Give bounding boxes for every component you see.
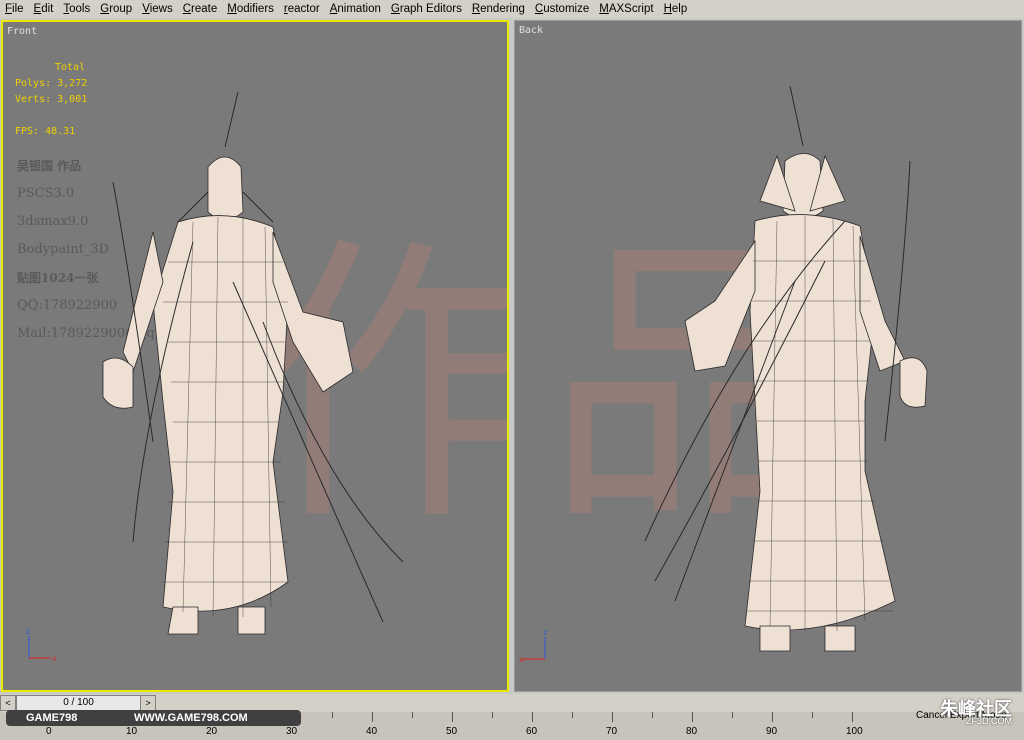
menu-item-customize[interactable]: Customize [530,0,594,18]
viewport-area: Front 作 Total Polys: 3,272 Verts: 3,001 … [0,18,1024,694]
axis-z-label: z [26,627,30,636]
menu-item-create[interactable]: Create [178,0,223,18]
axis-z-label: z [543,628,547,637]
menu-item-group[interactable]: Group [95,0,137,18]
ruler-tick [332,712,333,718]
site-logo-sub: ZF3D.COM [966,716,1012,726]
ruler-tick-label: 60 [526,726,538,737]
ruler-tick-label: 50 [446,726,458,737]
menu-bar: File Edit Tools Group Views Create Modifiers re… [0,0,1024,18]
menu-item-help[interactable]: Help [659,0,693,18]
ruler-tick [812,712,813,718]
menu-item-file[interactable]: File [0,0,29,18]
ruler-tick [652,712,653,718]
ruler-tick-label: 90 [766,726,778,737]
front-viewport[interactable]: Front 作 Total Polys: 3,272 Verts: 3,001 … [1,20,509,692]
time-slider-prev-button[interactable]: < [0,695,16,711]
character-wireframe-front [102,91,404,635]
ruler-tick-label: 40 [366,726,378,737]
ruler-tick [732,712,733,718]
menu-item-reactor[interactable]: reactor [279,0,325,18]
bottom-bar: < 0 / 100 > 0 10 20 30 40 50 60 70 80 90 100 GAME7… [0,694,1024,740]
axis-x-label: x [519,655,524,664]
ruler-tick-label: 70 [606,726,618,737]
time-slider-thumb[interactable]: 0 / 100 [16,695,141,711]
menu-item-views[interactable]: Views [137,0,177,18]
time-slider[interactable]: < 0 / 100 > [0,695,156,711]
ruler-tick [852,712,853,722]
ruler-tick-label: 20 [206,726,218,737]
ruler-tick [612,712,613,722]
ruler-tick [572,712,573,718]
ruler-tick [412,712,413,718]
axis-x-label: x [52,654,57,663]
back-viewport[interactable]: Back 品 z x [514,20,1022,692]
axis-gizmo-back: z x [519,628,547,664]
time-slider-next-button[interactable]: > [140,695,156,711]
ruler-tick [772,712,773,722]
ruler-tick [452,712,453,722]
axis-gizmo-front: z x [26,627,57,663]
menu-item-maxscript[interactable]: MAXScript [594,0,658,18]
banner-left-text: GAME798 [26,712,78,724]
menu-item-graph-editors[interactable]: Graph Editors [386,0,467,18]
ruler-tick [532,712,533,722]
ruler-tick-label: 30 [286,726,298,737]
menu-item-animation[interactable]: Animation [325,0,386,18]
ruler-tick-label: 100 [846,726,863,737]
ruler-tick [492,712,493,718]
site-banner: GAME798 WWW.GAME798.COM [6,710,301,726]
menu-item-edit[interactable]: Edit [29,0,59,18]
menu-item-tools[interactable]: Tools [58,0,95,18]
ruler-tick [692,712,693,722]
ruler-tick-label: 80 [686,726,698,737]
ruler-tick-label: 0 [46,726,52,737]
character-wireframe-back [644,85,928,652]
menu-item-modifiers[interactable]: Modifiers [222,0,279,18]
ruler-tick-label: 10 [126,726,138,737]
menu-item-rendering[interactable]: Rendering [467,0,530,18]
banner-right-text: WWW.GAME798.COM [134,712,248,724]
ruler-tick [372,712,373,722]
